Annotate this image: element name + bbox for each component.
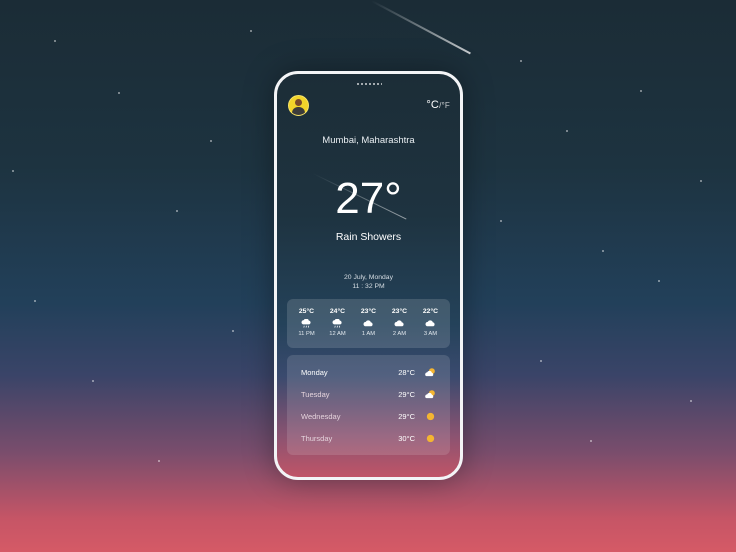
phone-frame: °C/°F Mumbai, Maharashtra 27° Rain Showe… <box>274 71 463 480</box>
current-temperature: 27° <box>335 174 402 223</box>
hourly-temp: 23°C <box>360 308 377 315</box>
phone-speaker <box>357 83 382 85</box>
daily-row[interactable]: Tuesday 29°C <box>301 383 437 405</box>
hourly-item: 24°C 12 AM <box>324 308 352 337</box>
daily-forecast-card[interactable]: Monday 28°C Tuesday 29°C Wednesday 29°C … <box>287 355 450 455</box>
day-temp: 30°C <box>398 433 415 443</box>
day-name: Thursday <box>301 433 333 443</box>
hourly-time: 12 AM <box>329 331 346 337</box>
day-name: Monday <box>301 367 328 377</box>
hourly-time: 1 AM <box>361 331 376 337</box>
hourly-time: 3 AM <box>423 331 438 337</box>
rain-cloud-icon <box>332 319 342 328</box>
cloud-icon <box>394 320 404 327</box>
hourly-temp: 23°C <box>391 308 408 315</box>
hourly-item: 22°C 3 AM <box>417 308 445 337</box>
hourly-item: 23°C 1 AM <box>355 308 383 337</box>
hourly-temp: 25°C <box>298 308 315 315</box>
weather-condition: Rain Showers <box>335 231 402 243</box>
hourly-item: 23°C 2 AM <box>386 308 414 337</box>
location-label: Mumbai, Maharashtra <box>322 135 415 146</box>
current-time: 11 : 32 PM <box>352 283 385 290</box>
hourly-temp: 24°C <box>329 308 346 315</box>
day-temp: 29°C <box>398 411 415 421</box>
day-temp: 28°C <box>398 367 415 377</box>
hourly-time: 11 PM <box>298 331 315 337</box>
hourly-time: 2 AM <box>392 331 407 337</box>
unit-fahrenheit[interactable]: /°F <box>439 101 450 110</box>
hourly-forecast-card[interactable]: 25°C 11 PM 24°C 12 AM 23°C 1 AM 23°C 2 A… <box>287 299 450 348</box>
current-date: 20 July, Monday <box>344 274 393 281</box>
rain-cloud-icon <box>301 319 311 328</box>
daily-row[interactable]: Wednesday 29°C <box>301 405 437 427</box>
day-name: Wednesday <box>301 411 341 421</box>
sun-icon <box>426 412 435 420</box>
day-name: Tuesday <box>301 389 330 399</box>
hourly-temp: 22°C <box>422 308 439 315</box>
day-temp: 29°C <box>398 389 415 399</box>
hourly-item: 25°C 11 PM <box>293 308 321 337</box>
partly-cloudy-icon <box>425 367 435 376</box>
sun-icon <box>426 434 435 442</box>
cloud-icon <box>425 320 435 327</box>
shooting-star <box>371 0 471 55</box>
user-avatar[interactable] <box>288 95 309 116</box>
partly-cloudy-icon <box>425 389 435 398</box>
unit-celsius[interactable]: °C <box>426 99 439 111</box>
cloud-icon <box>363 320 373 327</box>
daily-row[interactable]: Monday 28°C <box>301 361 437 383</box>
unit-toggle[interactable]: °C/°F <box>426 99 450 111</box>
daily-row[interactable]: Thursday 30°C <box>301 427 437 449</box>
